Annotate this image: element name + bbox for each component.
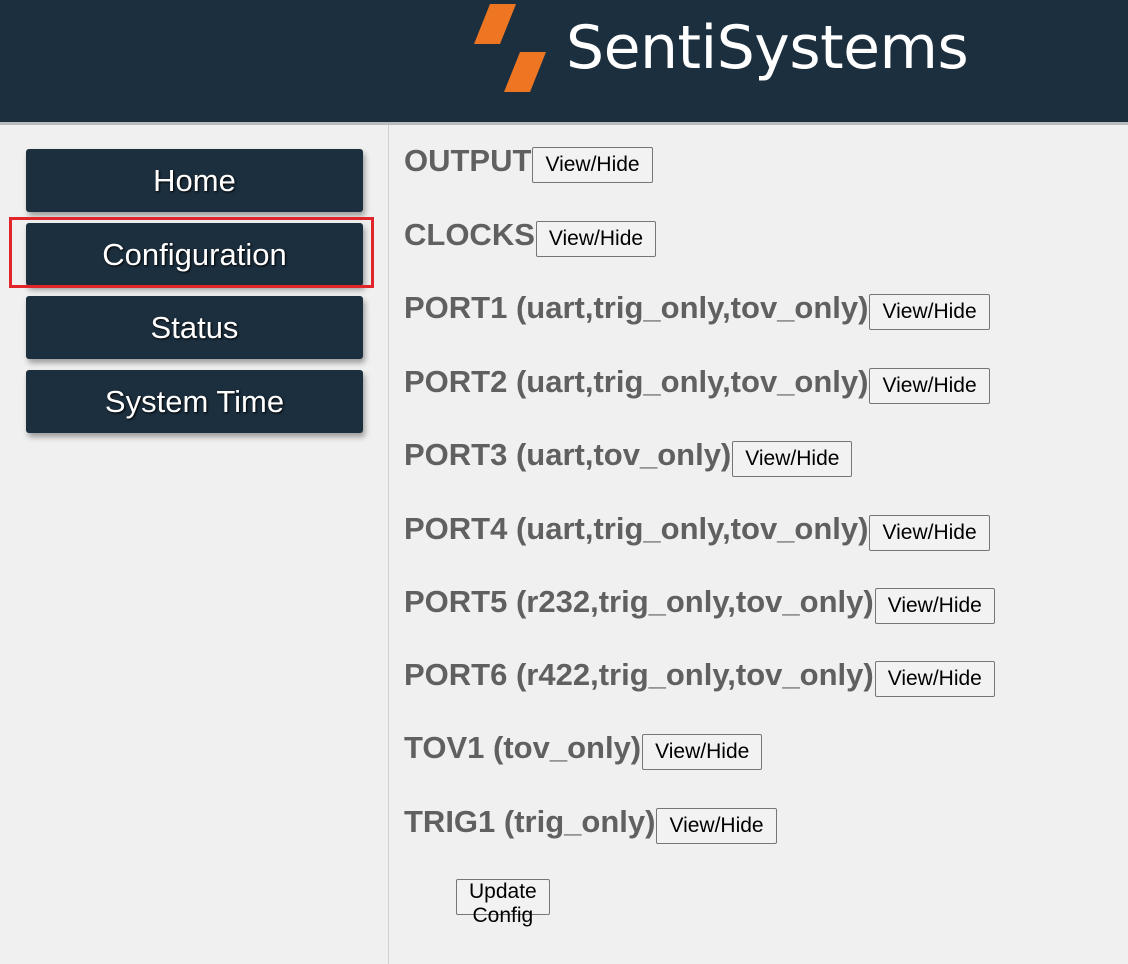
section-row: TRIG1 (trig_only) View/Hide <box>404 800 777 844</box>
section-row: CLOCKS View/Hide <box>404 213 657 257</box>
section-label: TRIG1 (trig_only) <box>404 804 656 839</box>
section-label: PORT3 (uart,tov_only) <box>404 437 732 472</box>
section-row: PORT5 (r232,trig_only,tov_only) View/Hid… <box>404 580 995 624</box>
section-label: OUTPUT <box>404 143 532 178</box>
update-config-button[interactable]: Update Config <box>456 879 550 927</box>
view-hide-button[interactable]: View/Hide <box>732 441 853 477</box>
nav-home-button[interactable]: Home <box>26 149 363 212</box>
sidebar: Home Configuration Status System Time <box>0 125 389 964</box>
view-hide-button[interactable]: View/Hide <box>656 808 777 844</box>
section-label: TOV1 (tov_only) <box>404 730 642 765</box>
section-row: PORT3 (uart,tov_only) View/Hide <box>404 433 853 477</box>
nav-system-time-button[interactable]: System Time <box>26 370 363 433</box>
view-hide-button[interactable]: View/Hide <box>874 661 995 697</box>
header-bar: SentiSystems <box>0 0 1128 125</box>
nav-configuration-button[interactable]: Configuration <box>26 223 363 286</box>
section-label: PORT1 (uart,trig_only,tov_only) <box>404 290 869 325</box>
brand-name: SentiSystems <box>566 13 969 83</box>
view-hide-button[interactable]: View/Hide <box>535 221 657 257</box>
section-row: TOV1 (tov_only) View/Hide <box>404 726 763 770</box>
section-label: PORT5 (r232,trig_only,tov_only) <box>404 584 874 619</box>
section-row: PORT2 (uart,trig_only,tov_only) View/Hid… <box>404 360 990 404</box>
section-label: PORT6 (r422,trig_only,tov_only) <box>404 657 874 692</box>
sentisystems-logo-icon <box>474 4 546 92</box>
section-row: OUTPUT View/Hide <box>404 139 653 183</box>
view-hide-button[interactable]: View/Hide <box>869 294 990 330</box>
section-row: PORT4 (uart,trig_only,tov_only) View/Hid… <box>404 507 990 551</box>
view-hide-button[interactable]: View/Hide <box>869 368 990 404</box>
view-hide-button[interactable]: View/Hide <box>874 588 995 624</box>
view-hide-button[interactable]: View/Hide <box>532 147 653 183</box>
view-hide-button[interactable]: View/Hide <box>869 515 990 551</box>
section-row: PORT1 (uart,trig_only,tov_only) View/Hid… <box>404 286 990 330</box>
nav-status-button[interactable]: Status <box>26 296 363 359</box>
view-hide-button[interactable]: View/Hide <box>642 734 763 770</box>
section-label: CLOCKS <box>404 217 535 252</box>
section-row: PORT6 (r422,trig_only,tov_only) View/Hid… <box>404 653 995 697</box>
section-label: PORT2 (uart,trig_only,tov_only) <box>404 364 869 399</box>
section-label: PORT4 (uart,trig_only,tov_only) <box>404 511 869 546</box>
